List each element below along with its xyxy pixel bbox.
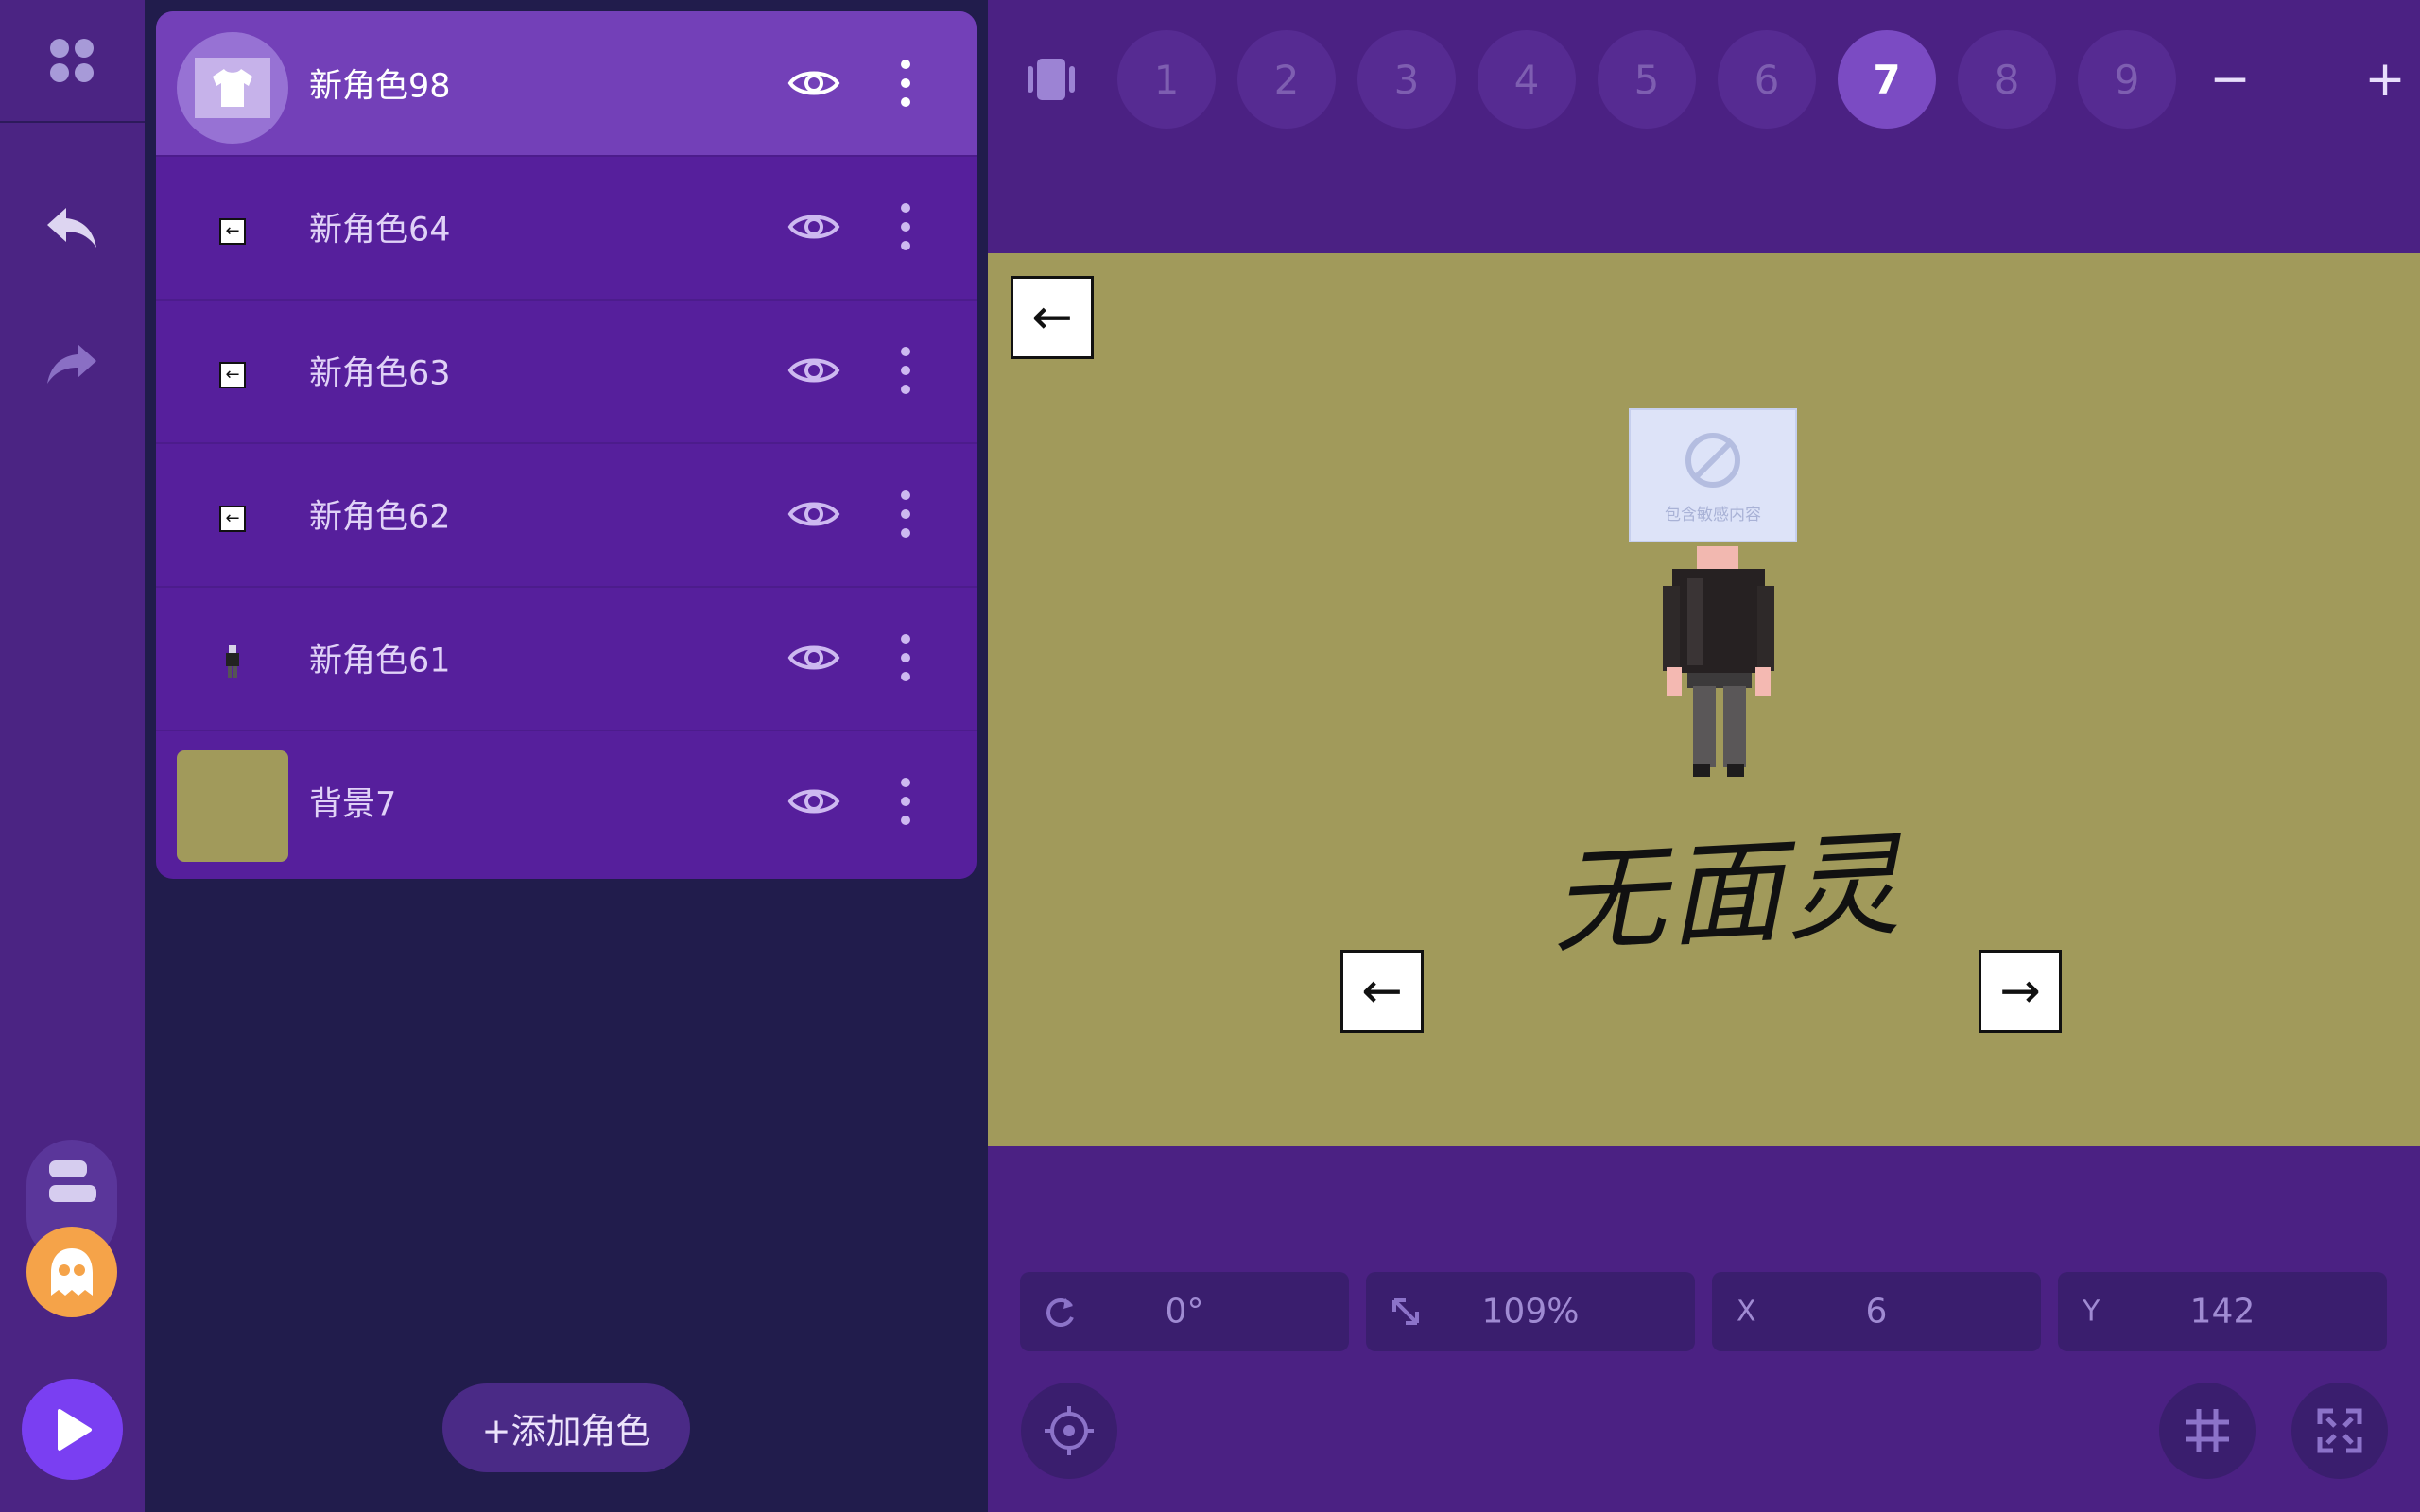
stage-title-text[interactable]: 无面灵 bbox=[1547, 792, 1913, 970]
undo-icon[interactable] bbox=[34, 189, 110, 265]
blocked-icon bbox=[1685, 433, 1740, 488]
redo-icon[interactable] bbox=[34, 325, 110, 401]
x-position-field[interactable]: X 6 bbox=[1712, 1272, 2041, 1351]
shirt-icon bbox=[195, 58, 270, 118]
role-row[interactable]: 背景7 bbox=[156, 730, 977, 873]
ghost-avatar-icon[interactable] bbox=[26, 1227, 117, 1317]
sensitive-content-label: 包含敏感内容 bbox=[1665, 506, 1761, 524]
role-row[interactable]: 新角色98 bbox=[156, 11, 977, 157]
role-row[interactable]: ← 新角色64 bbox=[156, 155, 977, 301]
left-rail bbox=[0, 0, 145, 1512]
role-name: 新角色61 bbox=[309, 642, 451, 680]
more-options-icon[interactable] bbox=[898, 59, 913, 108]
play-icon bbox=[57, 1408, 92, 1451]
role-row[interactable]: ← 新角色62 bbox=[156, 442, 977, 588]
fullscreen-button[interactable] bbox=[2291, 1383, 2388, 1479]
faceless-character-sprite[interactable] bbox=[1650, 541, 1788, 781]
page-bar: 1 2 3 4 5 6 7 8 9 − + bbox=[988, 0, 2420, 253]
crosshair-icon bbox=[1045, 1406, 1094, 1455]
page-tab[interactable]: 6 bbox=[1718, 30, 1816, 129]
role-thumb: ← bbox=[177, 319, 288, 431]
grid-toggle-button[interactable] bbox=[2159, 1383, 2256, 1479]
grid-menu-icon[interactable] bbox=[38, 26, 106, 94]
rotation-value: 0° bbox=[1165, 1292, 1204, 1332]
visibility-eye-icon[interactable] bbox=[787, 352, 840, 389]
left-arrow-key-icon: ← bbox=[219, 218, 246, 245]
more-options-icon[interactable] bbox=[898, 202, 913, 251]
more-options-icon[interactable] bbox=[898, 490, 913, 539]
left-arrow-key-icon: ← bbox=[219, 506, 246, 532]
rail-divider bbox=[0, 121, 145, 123]
x-value: 6 bbox=[1865, 1292, 1888, 1332]
visibility-eye-icon[interactable] bbox=[787, 208, 840, 246]
visibility-eye-icon[interactable] bbox=[787, 495, 840, 533]
role-row[interactable]: 新角色61 bbox=[156, 586, 977, 731]
background-swatch bbox=[177, 750, 288, 862]
add-page-button[interactable]: + bbox=[2345, 40, 2420, 119]
rotation-field[interactable]: 0° bbox=[1020, 1272, 1349, 1351]
left-arrow-key-icon: ← bbox=[219, 362, 246, 388]
fullscreen-icon bbox=[2317, 1408, 2362, 1453]
page-scroller[interactable]: 1 2 3 4 5 6 7 8 9 bbox=[1117, 0, 2178, 161]
visibility-eye-icon[interactable] bbox=[787, 782, 840, 820]
character-sprite-icon bbox=[226, 645, 239, 678]
role-name: 新角色98 bbox=[309, 67, 451, 106]
role-thumb: ← bbox=[177, 176, 288, 287]
page-tab[interactable]: 8 bbox=[1958, 30, 2056, 129]
remove-page-button[interactable]: − bbox=[2190, 40, 2270, 119]
page-tab[interactable]: 2 bbox=[1237, 30, 1336, 129]
y-position-field[interactable]: Y 142 bbox=[2058, 1272, 2387, 1351]
page-tab[interactable]: 9 bbox=[2078, 30, 2176, 129]
stage-canvas[interactable]: ← 包含敏感内容 无面灵 ← → bbox=[988, 253, 2420, 1146]
role-name: 背景7 bbox=[309, 785, 397, 824]
more-options-icon[interactable] bbox=[898, 633, 913, 682]
grid-icon bbox=[2186, 1409, 2229, 1452]
role-name: 新角色62 bbox=[309, 498, 451, 537]
role-row[interactable]: ← 新角色63 bbox=[156, 299, 977, 444]
page-tab-active[interactable]: 7 bbox=[1838, 30, 1936, 129]
role-thumb: ← bbox=[177, 463, 288, 575]
page-tab[interactable]: 5 bbox=[1598, 30, 1696, 129]
page-tab[interactable]: 3 bbox=[1357, 30, 1456, 129]
screen-orientation-icon[interactable] bbox=[1024, 55, 1079, 104]
stage-left-arrow-button[interactable]: ← bbox=[1011, 276, 1094, 359]
more-options-icon[interactable] bbox=[898, 346, 913, 395]
role-name: 新角色63 bbox=[309, 354, 451, 393]
visibility-eye-icon[interactable] bbox=[787, 64, 840, 102]
sensitive-content-placeholder: 包含敏感内容 bbox=[1629, 408, 1797, 542]
blocks-icon bbox=[49, 1160, 96, 1202]
play-button[interactable] bbox=[22, 1379, 123, 1480]
stage-left-arrow-button[interactable]: ← bbox=[1340, 950, 1424, 1033]
locate-button[interactable] bbox=[1021, 1383, 1117, 1479]
role-list: 新角色98 ← 新角色64 ← 新角色63 ← 新角色62 新角色61 背景7 bbox=[156, 11, 977, 879]
more-options-icon[interactable] bbox=[898, 777, 913, 826]
page-tab[interactable]: 1 bbox=[1117, 30, 1216, 129]
role-name: 新角色64 bbox=[309, 211, 451, 249]
role-thumb bbox=[177, 607, 288, 718]
page-tab[interactable]: 4 bbox=[1478, 30, 1576, 129]
y-value: 142 bbox=[2189, 1292, 2256, 1332]
scale-field[interactable]: 109% bbox=[1366, 1272, 1695, 1351]
visibility-eye-icon[interactable] bbox=[787, 639, 840, 677]
stage-right-arrow-button[interactable]: → bbox=[1979, 950, 2062, 1033]
role-thumb bbox=[177, 32, 288, 144]
scale-value: 109% bbox=[1481, 1292, 1580, 1332]
add-role-button[interactable]: +添加角色 bbox=[442, 1383, 690, 1472]
